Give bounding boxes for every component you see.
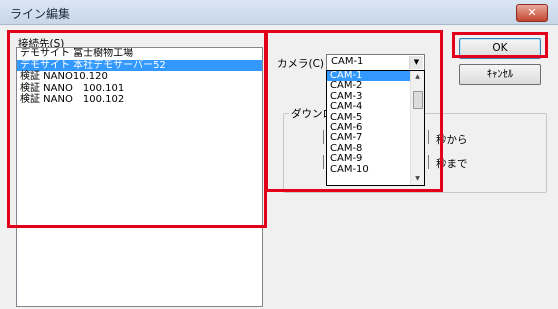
highlight-camera-select — [265, 30, 443, 192]
title-bar: ライン編集 ✕ — [0, 0, 558, 25]
highlight-connection-list — [7, 30, 267, 228]
highlight-ok-button — [452, 32, 548, 58]
close-button[interactable]: ✕ — [516, 4, 548, 22]
window-title: ライン編集 — [10, 7, 71, 21]
cancel-button[interactable]: ｷｬﾝｾﾙ — [459, 64, 541, 85]
